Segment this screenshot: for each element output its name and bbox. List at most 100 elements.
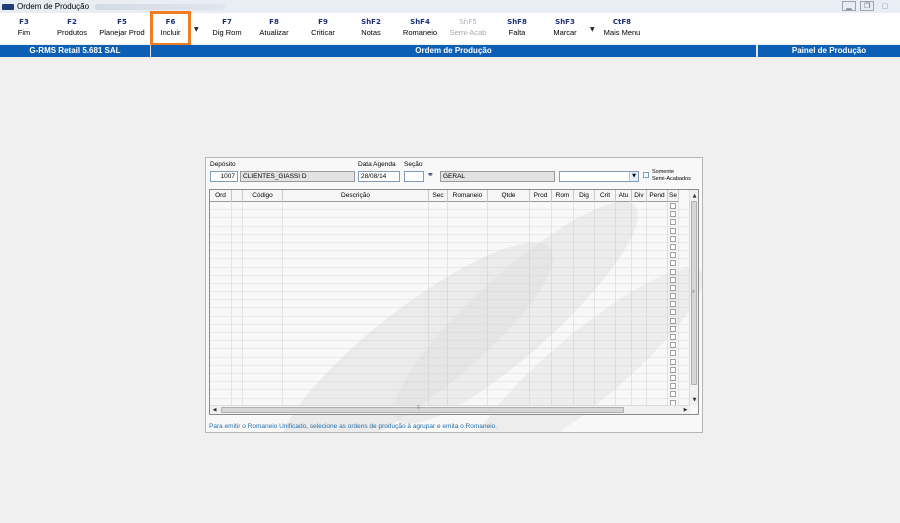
table-cell[interactable] (647, 308, 668, 317)
table-cell[interactable] (595, 251, 616, 260)
table-cell[interactable] (283, 267, 429, 276)
table-cell[interactable] (595, 390, 616, 399)
table-row[interactable] (210, 202, 690, 211)
row-select-cell[interactable] (668, 316, 679, 325)
table-cell[interactable] (448, 357, 488, 366)
table-cell[interactable] (616, 382, 632, 391)
table-cell[interactable] (595, 341, 616, 350)
table-cell[interactable] (574, 365, 595, 374)
table-cell[interactable] (488, 390, 530, 399)
table-cell[interactable] (448, 373, 488, 382)
table-cell[interactable] (448, 259, 488, 268)
row-checkbox[interactable] (670, 203, 676, 209)
semi-acab-button[interactable]: ShF5 Semi-Acab (448, 17, 488, 39)
col-dig[interactable]: Dig (574, 190, 595, 202)
row-checkbox[interactable] (670, 260, 676, 267)
table-cell[interactable] (448, 349, 488, 358)
table-cell[interactable] (552, 242, 574, 251)
table-cell[interactable] (530, 251, 552, 260)
table-cell[interactable] (283, 292, 429, 301)
table-cell[interactable] (232, 349, 243, 358)
table-cell[interactable] (243, 341, 283, 350)
table-cell[interactable] (488, 259, 530, 268)
minimize-icon[interactable]: ▁ (842, 1, 856, 11)
table-cell[interactable] (283, 283, 429, 292)
row-select-cell[interactable] (668, 226, 679, 235)
table-cell[interactable] (429, 373, 448, 382)
somente-semi-acabados-checkbox[interactable] (643, 172, 649, 178)
table-cell[interactable] (232, 300, 243, 309)
table-cell[interactable] (488, 324, 530, 333)
table-cell[interactable] (632, 382, 647, 391)
table-cell[interactable] (429, 210, 448, 219)
table-cell[interactable] (210, 300, 232, 309)
table-cell[interactable] (552, 283, 574, 292)
table-cell[interactable] (210, 267, 232, 276)
table-cell[interactable] (552, 202, 574, 210)
filter-combobox[interactable]: ▼ (559, 171, 639, 182)
table-cell[interactable] (488, 341, 530, 350)
table-cell[interactable] (530, 324, 552, 333)
table-cell[interactable] (448, 365, 488, 374)
table-cell[interactable] (595, 382, 616, 391)
table-cell[interactable] (595, 283, 616, 292)
table-cell[interactable] (595, 365, 616, 374)
table-cell[interactable] (530, 226, 552, 235)
table-cell[interactable] (210, 283, 232, 292)
table-cell[interactable] (488, 308, 530, 317)
table-cell[interactable] (283, 365, 429, 374)
table-cell[interactable] (283, 218, 429, 227)
table-cell[interactable] (574, 333, 595, 341)
table-cell[interactable] (429, 300, 448, 309)
table-cell[interactable] (530, 333, 552, 341)
table-cell[interactable] (232, 357, 243, 366)
table-cell[interactable] (616, 267, 632, 276)
table-cell[interactable] (429, 382, 448, 391)
table-row[interactable] (210, 349, 690, 358)
table-cell[interactable] (488, 283, 530, 292)
table-cell[interactable] (647, 226, 668, 235)
table-cell[interactable] (243, 382, 283, 391)
table-cell[interactable] (243, 226, 283, 235)
table-cell[interactable] (448, 300, 488, 309)
table-cell[interactable] (552, 349, 574, 358)
secao-code-field[interactable] (404, 171, 424, 182)
table-cell[interactable] (632, 324, 647, 333)
table-cell[interactable] (574, 275, 595, 284)
table-cell[interactable] (530, 292, 552, 301)
table-cell[interactable] (232, 308, 243, 317)
row-checkbox[interactable] (670, 309, 676, 316)
col-div[interactable]: Div (632, 190, 647, 202)
table-cell[interactable] (283, 373, 429, 382)
table-cell[interactable] (574, 390, 595, 399)
table-cell[interactable] (232, 341, 243, 350)
table-cell[interactable] (552, 267, 574, 276)
fim-button[interactable]: F3 Fim (10, 17, 38, 39)
table-cell[interactable] (552, 308, 574, 317)
col-prod[interactable]: Prod (530, 190, 552, 202)
table-cell[interactable] (647, 333, 668, 341)
table-cell[interactable] (243, 234, 283, 243)
table-cell[interactable] (448, 390, 488, 399)
table-cell[interactable] (488, 275, 530, 284)
table-cell[interactable] (530, 300, 552, 309)
table-cell[interactable] (429, 341, 448, 350)
table-cell[interactable] (448, 226, 488, 235)
table-cell[interactable] (232, 251, 243, 260)
table-row[interactable] (210, 324, 690, 333)
table-cell[interactable] (647, 316, 668, 325)
table-cell[interactable] (232, 365, 243, 374)
table-cell[interactable] (283, 202, 429, 210)
deposito-code-field[interactable]: 1007 (210, 171, 238, 182)
table-cell[interactable] (530, 365, 552, 374)
table-cell[interactable] (429, 308, 448, 317)
table-cell[interactable] (647, 251, 668, 260)
table-cell[interactable] (488, 333, 530, 341)
table-cell[interactable] (647, 300, 668, 309)
table-row[interactable] (210, 226, 690, 235)
table-cell[interactable] (632, 242, 647, 251)
table-cell[interactable] (632, 373, 647, 382)
table-cell[interactable] (595, 349, 616, 358)
table-cell[interactable] (530, 341, 552, 350)
col-atu[interactable]: Atu (616, 190, 632, 202)
